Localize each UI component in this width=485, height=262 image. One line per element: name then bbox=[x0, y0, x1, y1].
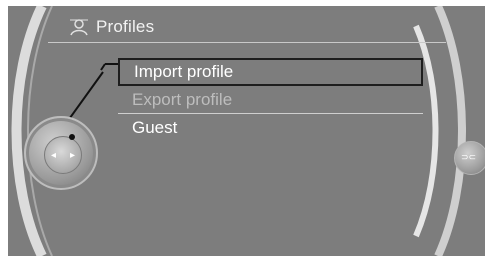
menu-item-label: Guest bbox=[132, 118, 178, 137]
menu-item-export-profile[interactable]: Export profile bbox=[118, 86, 423, 114]
menu-item-guest[interactable]: Guest bbox=[118, 114, 423, 142]
profiles-menu: Import profile Export profile Guest bbox=[118, 58, 423, 142]
page-title: Profiles bbox=[96, 17, 155, 36]
menu-item-import-profile[interactable]: Import profile bbox=[118, 58, 423, 86]
pointer-dot bbox=[69, 134, 75, 140]
idrive-controller[interactable]: ◂ ▸ bbox=[24, 116, 98, 190]
menu-item-label: Export profile bbox=[132, 90, 233, 109]
idrive-screen: Profiles Import profile Export profile G… bbox=[0, 0, 485, 262]
display-background: Profiles Import profile Export profile G… bbox=[8, 6, 485, 256]
header-divider bbox=[48, 42, 446, 43]
menu-item-label: Import profile bbox=[134, 62, 234, 81]
profile-icon bbox=[68, 16, 90, 38]
arrow-right-icon[interactable]: ▸ bbox=[70, 151, 75, 161]
header: Profiles bbox=[68, 12, 154, 42]
controller-knob[interactable]: ◂ ▸ bbox=[44, 134, 82, 174]
side-button[interactable]: ⊃⊂ bbox=[454, 141, 485, 175]
arrow-left-icon[interactable]: ◂ bbox=[51, 151, 56, 161]
side-button-icon: ⊃⊂ bbox=[461, 152, 477, 162]
